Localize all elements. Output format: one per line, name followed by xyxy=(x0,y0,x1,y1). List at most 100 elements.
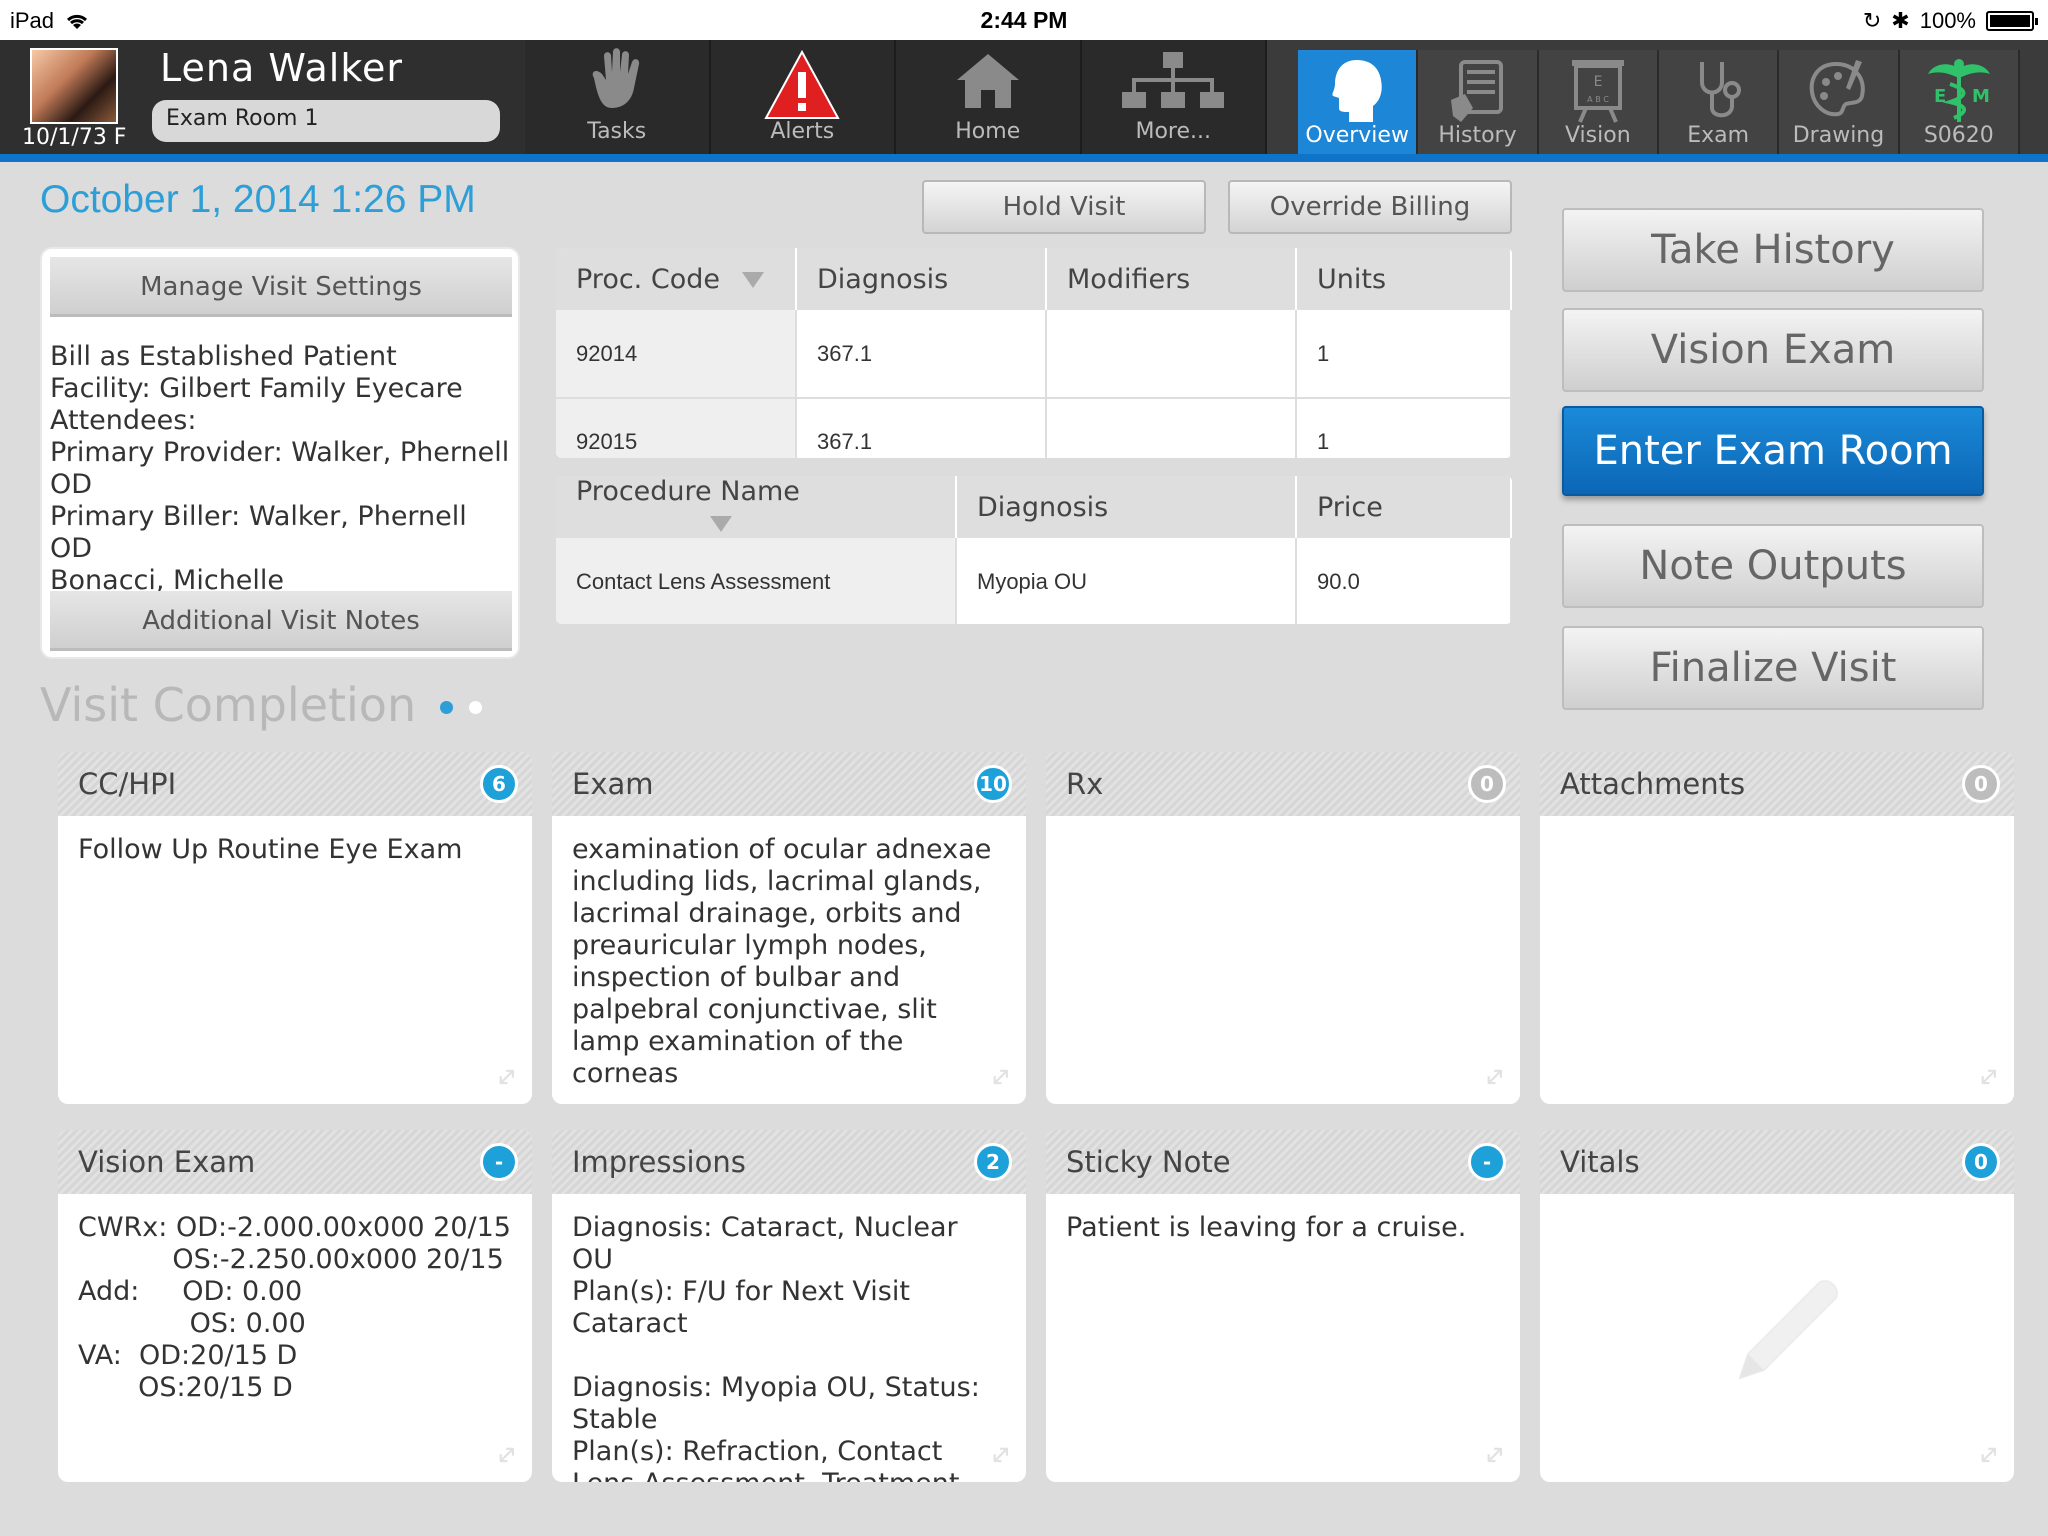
table-row[interactable]: 92014 367.1 1 xyxy=(556,310,1512,399)
vision-exam-button[interactable]: Vision Exam xyxy=(1562,308,1984,392)
enter-exam-room-button[interactable]: Enter Exam Room xyxy=(1562,406,1984,496)
card-body xyxy=(1540,816,2014,852)
tab-exam[interactable]: Exam xyxy=(1658,50,1780,154)
card-body: examination of ocular adnexae including … xyxy=(572,834,1000,1089)
caduceus-icon: E M xyxy=(1927,59,1990,122)
tab-s0620-label: S0620 xyxy=(1923,123,1994,148)
avatar xyxy=(30,48,118,124)
card-title: Vitals xyxy=(1560,1145,1640,1179)
svg-text:A B C: A B C xyxy=(1587,95,1609,104)
card-vision-exam[interactable]: Vision Exam - CWRx: OD:-2.000.00x000 20/1… xyxy=(58,1130,532,1482)
cell-modifiers xyxy=(1046,310,1297,399)
cell-diagnosis: Myopia OU xyxy=(956,538,1297,624)
card-body: Diagnosis: Cataract, Nuclear OU Plan(s):… xyxy=(572,1212,980,1482)
card-title: Sticky Note xyxy=(1066,1145,1231,1179)
bluetooth-icon: ✱ xyxy=(1891,8,1910,33)
table-row[interactable]: 92015 367.1 1 xyxy=(556,398,1512,458)
sort-arrow-icon xyxy=(710,515,732,532)
main-nav: Tasks Alerts Home More... xyxy=(525,40,1267,154)
pencil-icon xyxy=(1738,1280,1838,1380)
tab-exam-label: Exam xyxy=(1687,123,1750,148)
exam-room-selector[interactable]: Exam Room 1 xyxy=(152,100,500,142)
tab-s0620[interactable]: E M S0620 xyxy=(1899,50,2020,154)
tab-drawing-label: Drawing xyxy=(1792,123,1885,148)
card-body: Patient is leaving for a cruise. xyxy=(1066,1212,1467,1243)
tablet-icon xyxy=(1451,60,1504,122)
stethoscope-icon xyxy=(1700,62,1742,118)
table-row[interactable]: Contact Lens Assessment Myopia OU 90.0 xyxy=(556,538,1512,624)
header-price: Price xyxy=(1296,476,1512,538)
tab-vision[interactable]: E A B C Vision xyxy=(1538,50,1659,154)
expand-icon[interactable]: ↔ xyxy=(1477,1437,1514,1474)
card-body: CWRx: OD:-2.000.00x000 20/15 OS:-2.250.0… xyxy=(78,1212,511,1403)
rotation-lock-icon: ↻ xyxy=(1862,8,1882,33)
tab-vision-label: Vision xyxy=(1564,123,1631,148)
card-body xyxy=(1540,1194,2014,1230)
take-history-button[interactable]: Take History xyxy=(1562,208,1984,292)
visit-settings-info: Bill as Established Patient Facility: Gi… xyxy=(50,341,510,597)
finalize-visit-button[interactable]: Finalize Visit xyxy=(1562,626,1984,710)
tab-overview[interactable]: Overview xyxy=(1298,50,1419,154)
card-exam[interactable]: Exam 10 examination of ocular adnexae inc… xyxy=(552,752,1026,1104)
card-title: Attachments xyxy=(1560,767,1746,801)
count-badge: 2 xyxy=(974,1143,1012,1181)
visit-completion-title: Visit Completion xyxy=(40,678,417,732)
nav-more[interactable]: More... xyxy=(1082,40,1267,154)
tab-overview-label: Overview xyxy=(1305,123,1409,148)
expand-icon[interactable]: ↔ xyxy=(1971,1437,2008,1474)
header-proc-code[interactable]: Proc. Code xyxy=(556,248,797,310)
page-dot-active xyxy=(440,701,453,714)
header-procedure-name[interactable]: Procedure Name xyxy=(556,476,957,538)
svg-text:E: E xyxy=(1934,86,1946,107)
card-cc-hpi[interactable]: CC/HPI 6 Follow Up Routine Eye Exam ↔ xyxy=(58,752,532,1104)
count-badge: - xyxy=(1468,1143,1506,1181)
card-body: Follow Up Routine Eye Exam xyxy=(78,834,463,865)
procedure-code-table: Proc. Code Diagnosis Modifiers Units 920… xyxy=(556,248,1512,458)
expand-icon[interactable]: ↔ xyxy=(1971,1059,2008,1096)
visit-settings-panel: Manage Visit Settings Bill as Establishe… xyxy=(40,247,520,659)
manage-visit-settings-button[interactable]: Manage Visit Settings xyxy=(50,257,512,317)
nav-alerts[interactable]: Alerts xyxy=(711,40,896,154)
alert-icon xyxy=(764,49,840,119)
card-body xyxy=(1046,816,1520,852)
svg-text:E: E xyxy=(1593,74,1602,90)
tab-history-label: History xyxy=(1438,123,1517,148)
card-title: Exam xyxy=(572,767,654,801)
card-title: Vision Exam xyxy=(78,1145,256,1179)
nav-tasks[interactable]: Tasks xyxy=(525,40,711,154)
hand-icon xyxy=(592,48,639,108)
sitemap-icon xyxy=(1122,52,1225,108)
tab-drawing[interactable]: Drawing xyxy=(1779,50,1900,154)
svg-text:M: M xyxy=(1972,86,1990,107)
card-rx[interactable]: Rx 0 ↔ xyxy=(1046,752,1520,1104)
count-badge: 0 xyxy=(1962,765,2000,803)
nav-more-label: More... xyxy=(1135,119,1212,144)
nav-home[interactable]: Home xyxy=(896,40,1082,154)
card-sticky-note[interactable]: Sticky Note - Patient is leaving for a cr… xyxy=(1046,1130,1520,1482)
override-billing-button[interactable]: Override Billing xyxy=(1228,180,1512,234)
page-indicator[interactable] xyxy=(440,701,482,714)
header-diagnosis: Diagnosis xyxy=(956,476,1297,538)
battery-percent: 100% xyxy=(1919,8,1976,33)
expand-icon[interactable]: ↔ xyxy=(489,1437,526,1474)
primary-biller: Primary Biller: Walker, Phernell OD xyxy=(50,501,467,564)
additional-visit-notes-button[interactable]: Additional Visit Notes xyxy=(50,591,512,651)
expand-icon[interactable]: ↔ xyxy=(1477,1059,1514,1096)
procedure-name-table: Procedure Name Diagnosis Price Contact L… xyxy=(556,476,1512,624)
tab-history[interactable]: History xyxy=(1418,50,1539,154)
cell-diagnosis: 367.1 xyxy=(796,398,1047,458)
card-impressions[interactable]: Impressions 2 Diagnosis: Cataract, Nuclea… xyxy=(552,1130,1026,1482)
palette-icon xyxy=(1810,60,1866,117)
patient-dob: 10/1/73 F xyxy=(22,125,127,150)
eye-chart-icon: E A B C xyxy=(1571,60,1624,123)
attendees-label: Attendees: xyxy=(50,405,197,436)
section-tabs: Overview History E A B C Vision Exam Dra… xyxy=(1298,50,2020,154)
patient-header[interactable]: 10/1/73 F Lena Walker Exam Room 1 xyxy=(0,40,525,154)
visit-datetime: October 1, 2014 1:26 PM xyxy=(40,178,476,221)
card-vitals[interactable]: Vitals 0 ↔ xyxy=(1540,1130,2014,1482)
card-attachments[interactable]: Attachments 0 ↔ xyxy=(1540,752,2014,1104)
count-badge: - xyxy=(480,1143,518,1181)
expand-icon[interactable]: ↔ xyxy=(489,1059,526,1096)
hold-visit-button[interactable]: Hold Visit xyxy=(922,180,1206,234)
note-outputs-button[interactable]: Note Outputs xyxy=(1562,524,1984,608)
